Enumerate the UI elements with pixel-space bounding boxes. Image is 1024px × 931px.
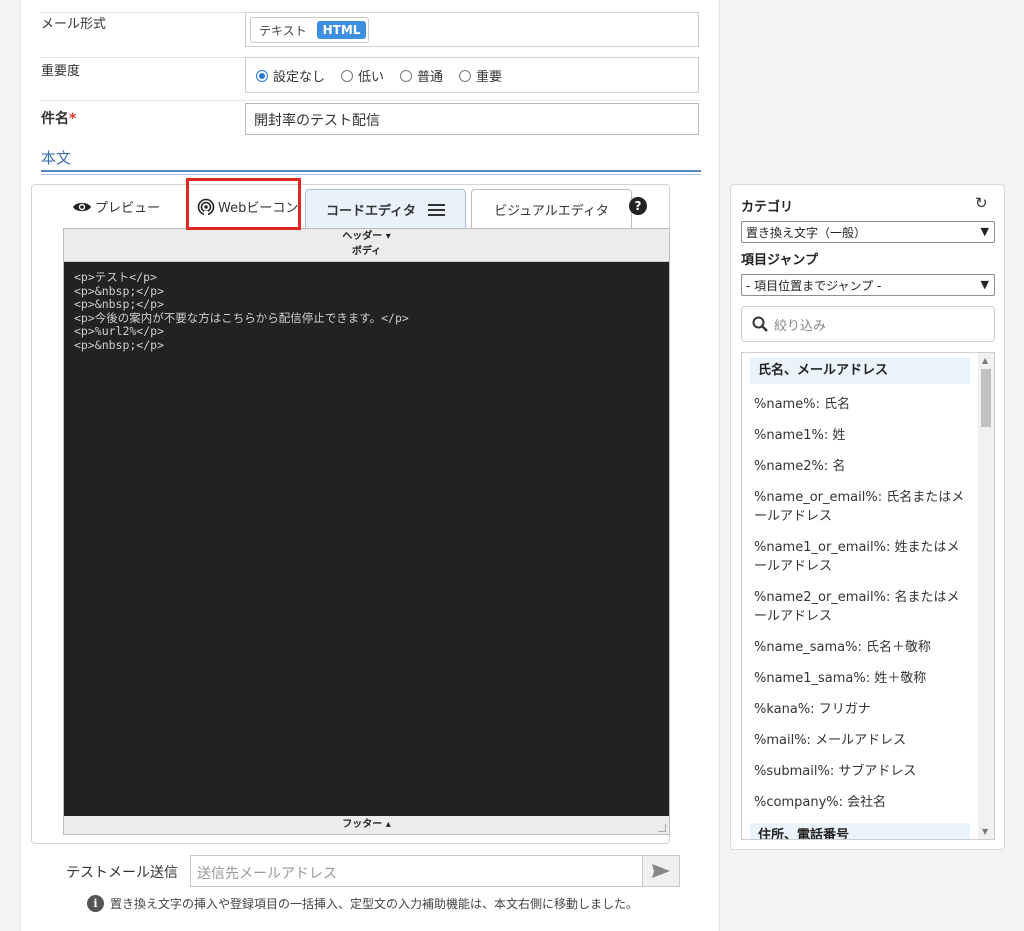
help-icon[interactable]: ? [629, 197, 647, 215]
priority-radio-group: 設定なし 低い 普通 重要 [256, 66, 518, 85]
required-mark: * [69, 111, 77, 127]
list-item[interactable]: %name2_or_email%: 名またはメールアドレス [742, 582, 978, 632]
list-item[interactable]: %name%: 氏名 [742, 389, 978, 420]
priority-option-none[interactable]: 設定なし [256, 66, 325, 85]
section-divider [41, 170, 701, 172]
radio-icon [341, 69, 354, 82]
subject-input[interactable]: 開封率のテスト配信 [245, 103, 699, 135]
priority-field: 設定なし 低い 普通 重要 [245, 57, 699, 93]
body-editor-panel: プレビュー Webビーコン コードエディタ ビジュアルエディタ ? ヘッダー ▾… [31, 184, 670, 844]
code-editor: ヘッダー ▾ ボディ <p>テスト</p> <p>&nbsp;</p> <p>&… [63, 228, 670, 835]
mail-format-toggle[interactable]: テキスト HTML [250, 17, 370, 43]
refresh-icon[interactable]: ↻ [975, 194, 988, 212]
group-header: 住所、電話番号 [750, 823, 970, 839]
notice-message: i 置き換え文字の挿入や登録項目の一括挿入、定型文の入力補助機能は、本文右側に移… [87, 895, 638, 912]
jump-label: 項目ジャンプ [741, 253, 818, 268]
mail-format-field: テキスト HTML [245, 12, 699, 47]
radio-icon [400, 69, 413, 82]
code-line: <p>テスト</p> [74, 270, 157, 284]
body-section-label: 本文 [41, 149, 72, 167]
category-select[interactable]: 置き換え文字（一般） ▼ [741, 221, 995, 243]
scroll-thumb[interactable] [981, 369, 991, 427]
scroll-down-icon[interactable]: ▼ [982, 827, 988, 836]
list-item[interactable]: %company%: 会社名 [742, 787, 978, 818]
code-line: <p>今後の案内が不要な方はこちらから配信停止できます。</p> [74, 310, 409, 325]
mail-format-text-option[interactable]: テキスト [259, 22, 307, 39]
tab-preview[interactable]: プレビュー [72, 197, 160, 216]
replacement-list: 氏名、メールアドレス %name%: 氏名 %name1%: 姓 %name2%… [741, 352, 995, 840]
category-label: カテゴリ [741, 200, 794, 215]
code-line: <p>&nbsp;</p> [74, 297, 165, 311]
mail-format-html-option[interactable]: HTML [316, 21, 367, 39]
test-mail-label: テストメール送信 [66, 865, 178, 881]
list-item[interactable]: %submail%: サブアドレス [742, 756, 978, 787]
tab-code-editor[interactable]: コードエディタ [305, 189, 466, 229]
group-header: 氏名、メールアドレス [750, 358, 970, 384]
code-line: <p>&nbsp;</p> [74, 337, 165, 352]
priority-option-normal[interactable]: 普通 [400, 66, 443, 85]
list-item[interactable]: %name_sama%: 氏名＋敬称 [742, 632, 978, 663]
header-toggle[interactable]: ヘッダー ▾ [64, 229, 669, 245]
chevron-down-icon: ▼ [980, 278, 989, 291]
tab-visual-editor[interactable]: ビジュアルエディタ [471, 189, 632, 229]
section-divider [41, 174, 701, 175]
list-item[interactable]: %name1_sama%: 姓＋敬称 [742, 663, 978, 694]
insert-helper-panel: カテゴリ ↻ 置き換え文字（一般） ▼ 項目ジャンプ - 項目位置までジャンプ … [730, 184, 1005, 850]
body-strip-label: ボディ [64, 245, 669, 262]
row-divider [41, 100, 699, 101]
code-line: <p>&nbsp;</p> [74, 283, 165, 298]
radio-icon [459, 69, 472, 82]
code-line: <p>%url2%</p> [74, 324, 165, 338]
chevron-down-icon: ▼ [980, 225, 989, 238]
list-item[interactable]: %mail%: メールアドレス [742, 725, 978, 756]
list-item[interactable]: %name1_or_email%: 姓またはメールアドレス [742, 532, 978, 582]
send-icon [652, 864, 670, 878]
list-item[interactable]: %name_or_email%: 氏名またはメールアドレス [742, 482, 978, 532]
priority-option-high[interactable]: 重要 [459, 66, 502, 85]
list-scrollbar[interactable]: ▲ ▼ [978, 353, 994, 839]
list-item[interactable]: %kana%: フリガナ [742, 694, 978, 725]
search-icon [752, 316, 768, 332]
list-item[interactable]: %name1%: 姓 [742, 420, 978, 451]
mail-format-label: メール形式 [41, 17, 107, 32]
info-icon: i [87, 895, 104, 912]
footer-toggle[interactable]: フッター ▴ [64, 816, 669, 834]
test-mail-address-input[interactable]: 送信先メールアドレス [190, 855, 642, 887]
tab-web-beacon[interactable]: Webビーコン [197, 197, 298, 216]
menu-icon[interactable] [428, 201, 446, 219]
jump-select[interactable]: - 項目位置までジャンプ - ▼ [741, 274, 995, 296]
list-item[interactable]: %name2%: 名 [742, 451, 978, 482]
priority-label: 重要度 [41, 64, 81, 79]
scroll-up-icon[interactable]: ▲ [982, 356, 988, 365]
priority-option-low[interactable]: 低い [341, 66, 384, 85]
radio-checked-icon [256, 69, 268, 82]
beacon-icon [197, 198, 215, 216]
code-textarea[interactable]: <p>テスト</p> <p>&nbsp;</p> <p>&nbsp;</p> <… [64, 262, 669, 816]
resize-handle[interactable] [658, 824, 666, 832]
subject-label: 件名* [41, 111, 77, 127]
send-test-mail-button[interactable] [642, 855, 680, 887]
filter-input[interactable]: 絞り込み [741, 306, 995, 342]
eye-icon [73, 202, 91, 211]
